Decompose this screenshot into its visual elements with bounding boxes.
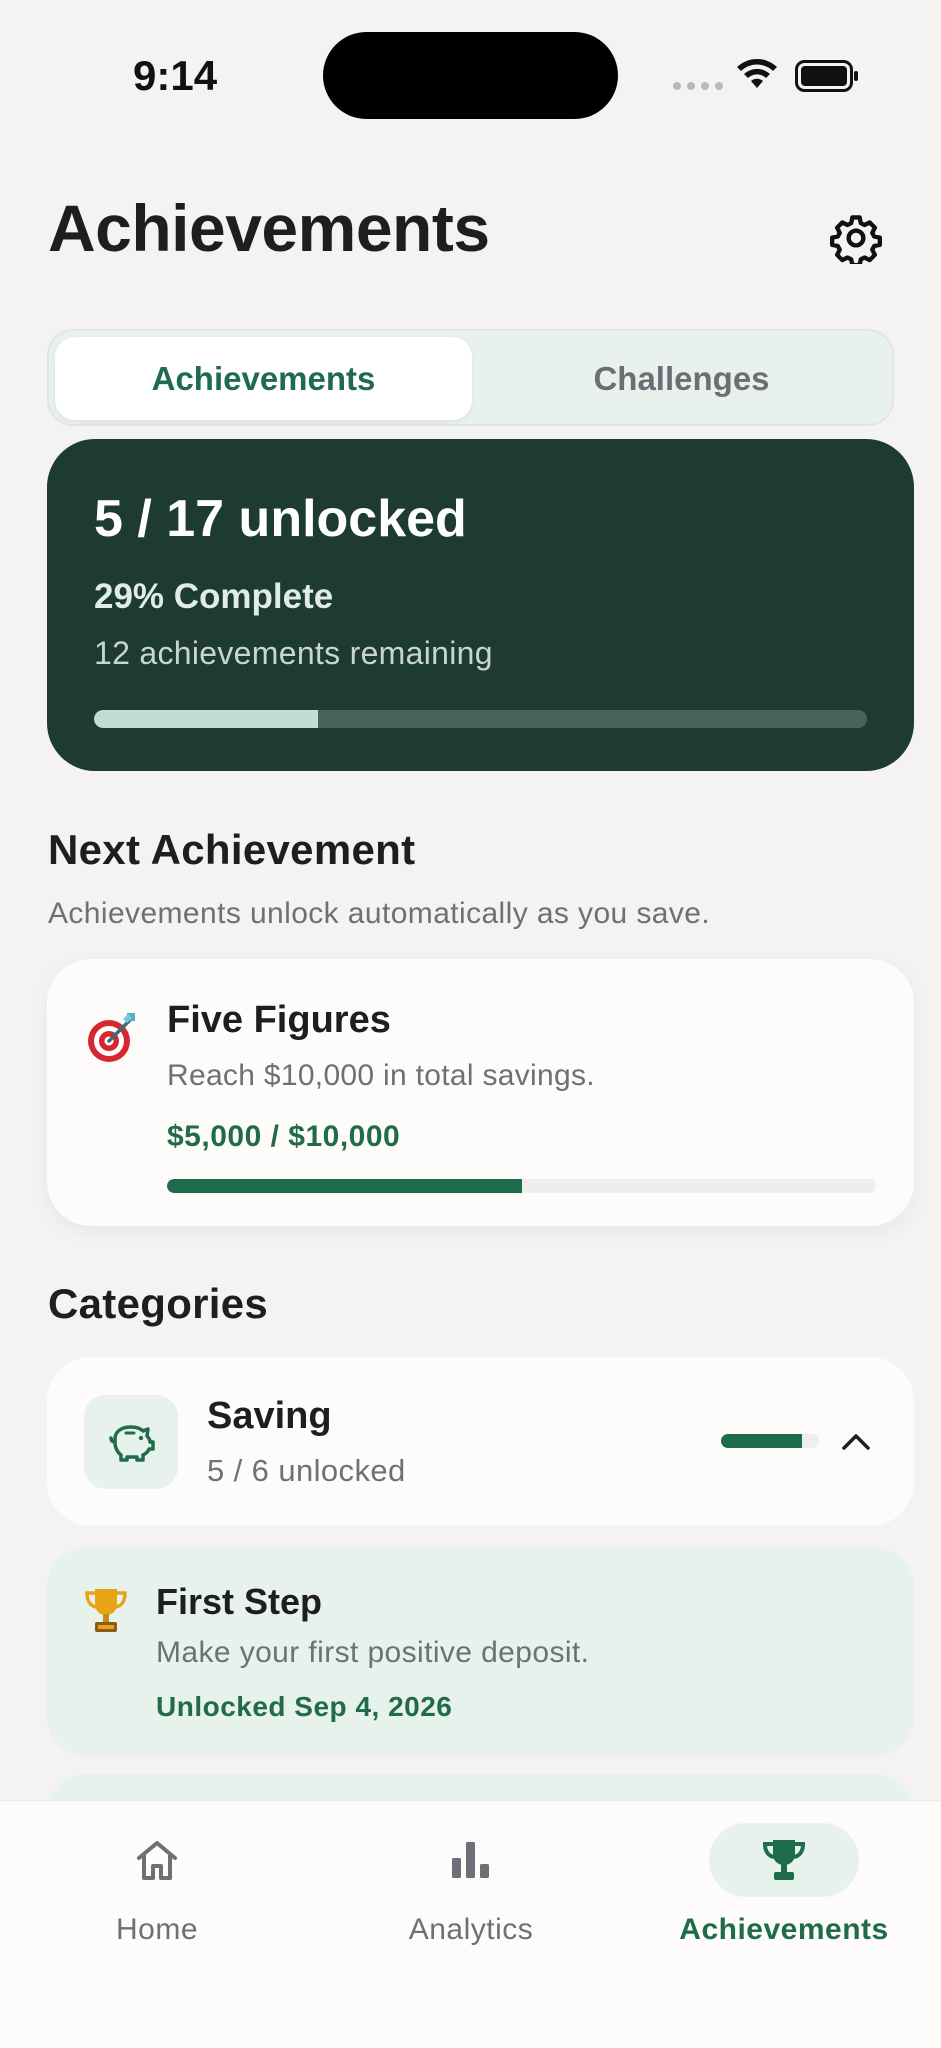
tab-label-analytics: Analytics — [408, 1913, 534, 1946]
category-icon-box — [84, 1395, 178, 1489]
tab-label-home: Home — [115, 1913, 199, 1946]
target-icon — [88, 1013, 135, 1062]
category-progress-bar — [721, 1434, 819, 1448]
status-time: 9:14 — [133, 52, 218, 99]
tab-icon-container — [709, 1823, 859, 1897]
next-achievement-card[interactable]: Five Figures Reach $10,000 in total savi… — [47, 959, 914, 1226]
category-name: Saving — [207, 1395, 332, 1437]
summary-card: 5 / 17 unlocked 29% Complete 12 achievem… — [47, 439, 914, 771]
next-achievement-progress-fill — [167, 1179, 522, 1193]
category-progress-fill — [721, 1434, 803, 1448]
summary-progress-fill — [94, 710, 319, 728]
next-achievement-progress-bar — [167, 1179, 876, 1193]
tab-achievements[interactable]: Achievements — [55, 337, 472, 420]
achievement-card-first-step[interactable]: First Step Make your first positive depo… — [47, 1547, 914, 1756]
bar-chart-icon — [452, 1842, 489, 1878]
page-title: Achievements — [48, 191, 490, 265]
next-achievement-progress-text: $5,000 / $10,000 — [167, 1120, 401, 1153]
achievement-unlock-date: Unlocked Sep 4, 2026 — [156, 1691, 453, 1722]
next-achievement-heading: Next Achievement — [48, 826, 416, 873]
categories-heading: Categories — [48, 1280, 269, 1327]
tab-achievements-nav[interactable]: Achievements — [627, 1801, 941, 1971]
category-count: 5 / 6 unlocked — [207, 1453, 406, 1488]
gear-icon[interactable] — [830, 212, 882, 264]
dynamic-island — [323, 32, 618, 119]
tab-icon-container — [396, 1823, 546, 1897]
next-achievement-subtitle: Achievements unlock automatically as you… — [48, 897, 711, 930]
battery-icon — [795, 60, 858, 92]
trophy-icon — [85, 1589, 127, 1632]
next-achievement-description: Reach $10,000 in total savings. — [167, 1059, 595, 1092]
percent-complete: 29% Complete — [94, 577, 334, 616]
trophy-icon — [762, 1840, 806, 1880]
wifi-icon — [737, 59, 777, 88]
achievement-name: First Step — [156, 1581, 323, 1622]
bottom-tab-bar: Home Analytics Achievements — [0, 1800, 941, 2048]
tab-icon-container — [82, 1823, 232, 1897]
piggy-bank-icon — [109, 1425, 155, 1462]
cellular-signal-icon — [673, 82, 723, 90]
chevron-up-icon[interactable] — [839, 1425, 873, 1459]
next-achievement-name: Five Figures — [167, 999, 391, 1041]
tab-label-achievements: Achievements — [679, 1913, 889, 1946]
tab-challenges[interactable]: Challenges — [473, 337, 890, 420]
category-saving[interactable]: Saving 5 / 6 unlocked — [47, 1357, 914, 1526]
summary-progress-bar — [94, 710, 867, 728]
segmented-control: Achievements Challenges — [47, 329, 894, 426]
remaining-count: 12 achievements remaining — [94, 635, 493, 671]
tab-analytics[interactable]: Analytics — [314, 1801, 628, 1971]
tab-home[interactable]: Home — [0, 1801, 314, 1971]
achievement-description: Make your first positive deposit. — [156, 1636, 590, 1669]
unlocked-count: 5 / 17 unlocked — [94, 490, 467, 548]
home-icon — [137, 1841, 177, 1880]
